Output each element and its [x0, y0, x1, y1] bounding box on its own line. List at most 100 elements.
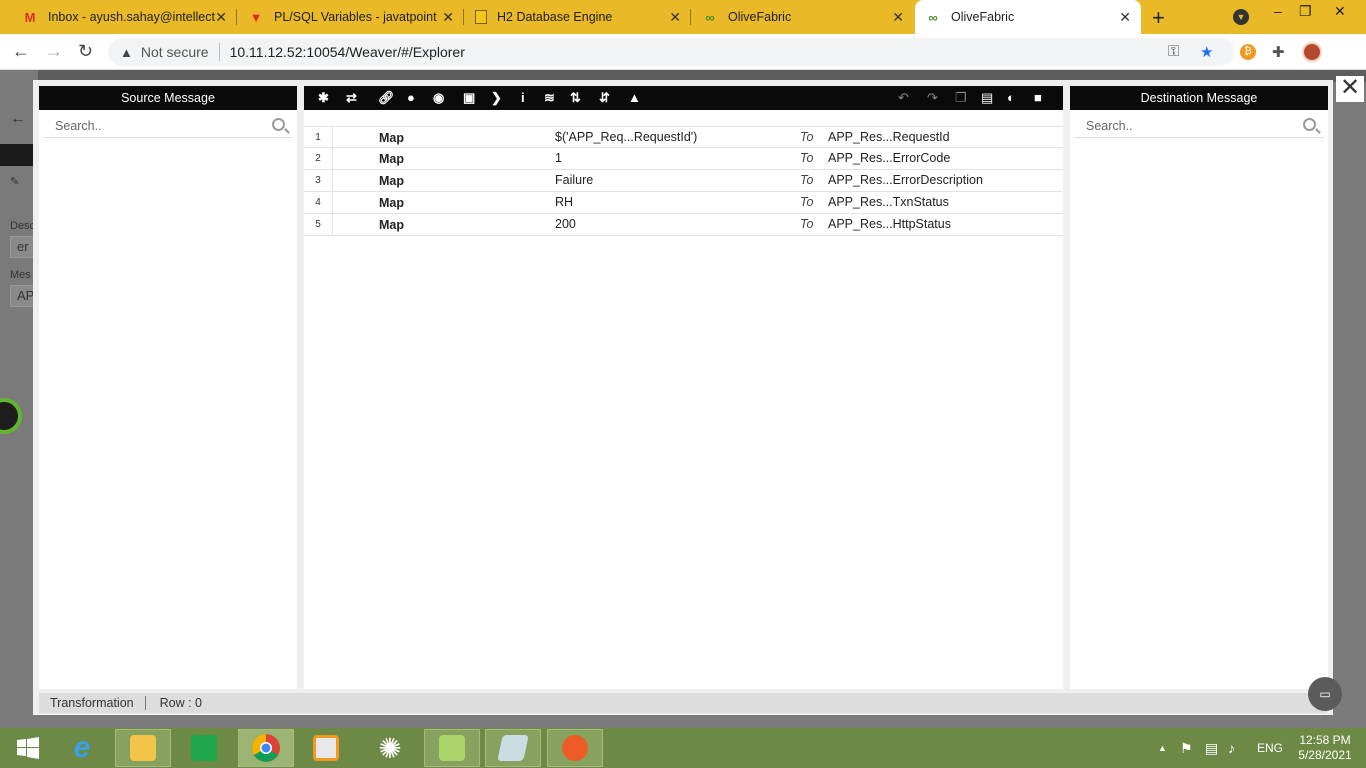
notes-app-icon[interactable]: [485, 729, 541, 767]
info-icon[interactable]: i: [521, 90, 525, 105]
row-source[interactable]: $('APP_Req...RequestId'): [555, 130, 697, 144]
stop-icon[interactable]: ▣: [463, 90, 475, 106]
browser-toolbar: ← → ↻ ▲ Not secure 10.11.12.52:10054/Wea…: [0, 34, 1366, 70]
star-icon[interactable]: ★: [1200, 43, 1213, 61]
internet-explorer-icon[interactable]: e: [54, 729, 110, 767]
store-icon[interactable]: [176, 729, 232, 767]
save-icon[interactable]: ■: [1034, 90, 1042, 105]
table-row[interactable]: 5 Map 200 To APP_Res...HttpStatus: [304, 214, 1063, 236]
browser-tab-active[interactable]: ∞ OliveFabric ✕: [915, 0, 1141, 34]
browser-tab[interactable]: H2 Database Engine ✕: [465, 0, 691, 34]
system-clock[interactable]: 12:58 PM 5/28/2021: [1292, 733, 1358, 763]
search-icon[interactable]: [272, 118, 285, 131]
row-source[interactable]: 200: [555, 217, 576, 231]
close-tab-icon[interactable]: ✕: [215, 9, 227, 26]
javatpoint-icon: ▼: [249, 9, 263, 25]
row-to-label: To: [800, 151, 814, 165]
record-icon[interactable]: ◉: [433, 90, 444, 106]
clipboard-icon[interactable]: ▤: [981, 90, 993, 106]
map-marker-icon[interactable]: ●: [407, 90, 415, 105]
extensions-icon[interactable]: ✚: [1272, 43, 1285, 61]
row-destination[interactable]: APP_Res...ErrorCode: [828, 151, 950, 165]
browser-tab-title: OliveFabric: [728, 10, 792, 24]
source-search-input[interactable]: Search..: [43, 114, 293, 138]
row-destination[interactable]: APP_Res...TxnStatus: [828, 195, 949, 209]
source-message-panel: Source Message Search..: [39, 86, 297, 689]
row-operation[interactable]: Map: [379, 218, 404, 232]
browser-tab[interactable]: M Inbox - ayush.sahay@intellect ✕: [12, 0, 237, 34]
status-mode: Transformation: [39, 696, 146, 710]
row-destination[interactable]: APP_Res...RequestId: [828, 130, 950, 144]
row-source[interactable]: 1: [555, 151, 562, 165]
forward-icon[interactable]: →: [45, 41, 63, 62]
retweet-icon[interactable]: ⇄: [346, 90, 357, 106]
row-to-label: To: [800, 195, 814, 209]
contrast-icon[interactable]: ◐: [1007, 90, 1015, 105]
close-tab-icon[interactable]: ✕: [442, 9, 454, 26]
search-placeholder: Search..: [1086, 118, 1133, 133]
new-tab-button[interactable]: +: [1152, 5, 1165, 31]
file-explorer-icon[interactable]: [115, 729, 171, 767]
browser-tab[interactable]: ▼ PL/SQL Variables - javatpoint ✕: [238, 0, 464, 34]
reload-icon[interactable]: ↻: [78, 41, 93, 62]
console-icon[interactable]: ▭: [1308, 677, 1342, 711]
media-player-icon[interactable]: [298, 729, 354, 767]
background-widget-icon: [0, 398, 22, 434]
row-source[interactable]: RH: [555, 195, 573, 209]
maximize-button[interactable]: ❐: [1299, 3, 1312, 20]
undo-icon[interactable]: ↶: [898, 90, 909, 106]
tray-overflow-icon[interactable]: ▲: [1158, 728, 1167, 768]
brush-icon: ✎: [10, 176, 20, 188]
close-tab-icon[interactable]: ✕: [669, 9, 681, 26]
sort-down-icon[interactable]: ⇵: [599, 90, 610, 106]
row-operation[interactable]: Map: [379, 152, 404, 166]
row-operation[interactable]: Map: [379, 131, 404, 145]
tab-search-icon[interactable]: ▼: [1233, 9, 1249, 25]
copy-icon[interactable]: ❐: [955, 90, 967, 106]
table-row[interactable]: 1 Map $('APP_Req...RequestId') To APP_Re…: [304, 126, 1063, 148]
h2-icon: [475, 10, 487, 24]
pinwheel-app-icon[interactable]: ✺: [362, 729, 418, 767]
back-icon[interactable]: ←: [12, 41, 30, 62]
play-icon[interactable]: ❯: [491, 90, 502, 106]
stack-icon[interactable]: ≋: [544, 90, 555, 106]
url-text[interactable]: 10.11.12.52:10054/Weaver/#/Explorer: [230, 44, 465, 60]
sort-up-icon[interactable]: ⇅: [570, 90, 581, 106]
chrome-icon[interactable]: [238, 729, 294, 767]
browser-tab-title: OliveFabric: [951, 10, 1015, 24]
row-destination[interactable]: APP_Res...ErrorDescription: [828, 173, 983, 187]
link-icon[interactable]: 🔗︎: [378, 90, 395, 106]
redo-icon[interactable]: ↷: [927, 90, 938, 106]
avatar[interactable]: [1302, 42, 1322, 62]
close-tab-icon[interactable]: ✕: [1119, 9, 1131, 26]
browser-tab[interactable]: ∞ OliveFabric ✕: [692, 0, 914, 34]
destination-search-input[interactable]: Search..: [1074, 114, 1324, 138]
close-modal-button[interactable]: ✕: [1336, 76, 1364, 102]
volume-icon[interactable]: ♪: [1228, 728, 1235, 768]
row-operation[interactable]: Map: [379, 174, 404, 188]
windows-start-icon[interactable]: [0, 729, 56, 767]
language-indicator[interactable]: ENG: [1257, 728, 1283, 768]
postman-icon[interactable]: [547, 729, 603, 767]
minimize-button[interactable]: –: [1274, 3, 1282, 19]
table-row[interactable]: 3 Map Failure To APP_Res...ErrorDescript…: [304, 170, 1063, 192]
row-destination[interactable]: APP_Res...HttpStatus: [828, 217, 951, 231]
row-operation[interactable]: Map: [379, 196, 404, 210]
row-source[interactable]: Failure: [555, 173, 593, 187]
warning-icon[interactable]: ▲: [628, 90, 641, 105]
notepad-plus-icon[interactable]: [424, 729, 480, 767]
asterisk-icon[interactable]: ✱: [318, 90, 329, 106]
search-icon[interactable]: [1303, 118, 1316, 131]
address-bar[interactable]: ▲ Not secure 10.11.12.52:10054/Weaver/#/…: [108, 38, 1234, 66]
close-tab-icon[interactable]: ✕: [892, 9, 904, 26]
close-window-button[interactable]: ✕: [1334, 3, 1346, 20]
flag-icon[interactable]: ⚑: [1180, 728, 1193, 768]
key-icon[interactable]: ⚿: [1168, 43, 1179, 60]
warning-icon[interactable]: ▲: [120, 45, 133, 60]
browser-tab-title: PL/SQL Variables - javatpoint: [274, 10, 437, 24]
bitcoin-extension-icon[interactable]: ₿: [1240, 44, 1256, 60]
table-row[interactable]: 4 Map RH To APP_Res...TxnStatus: [304, 192, 1063, 214]
security-label[interactable]: Not secure: [141, 44, 209, 60]
network-icon[interactable]: ▤: [1205, 728, 1218, 768]
table-row[interactable]: 2 Map 1 To APP_Res...ErrorCode: [304, 148, 1063, 170]
